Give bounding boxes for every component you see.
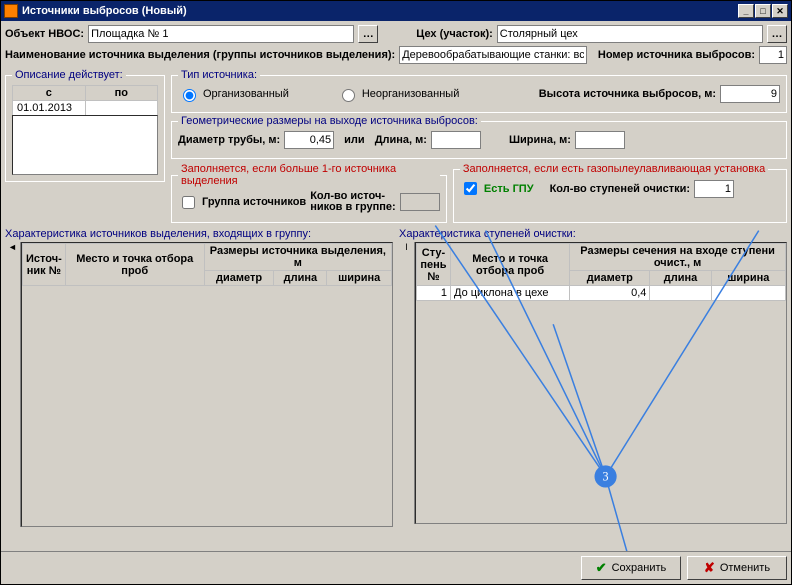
stages-label: Кол-во ступеней очистки: (550, 183, 690, 195)
geom-legend: Геометрические размеры на выходе источни… (178, 115, 481, 127)
name-input[interactable] (399, 46, 587, 64)
name-label: Наименование источника выделения (группы… (5, 49, 395, 61)
table-row[interactable]: 1 До циклона в цехе 0,4 (417, 286, 786, 301)
period-legend: Описание действует: (12, 69, 126, 81)
workshop-input[interactable] (497, 25, 763, 43)
organized-radio[interactable]: Организованный (178, 86, 289, 102)
period-col-to: по (85, 86, 158, 101)
workshop-browse-button[interactable]: … (767, 25, 787, 43)
left-grid-nav[interactable]: ◄ (5, 242, 21, 527)
wid-label: Ширина, м: (509, 134, 571, 146)
number-label: Номер источника выбросов: (598, 49, 755, 61)
group-legend: Заполняется, если больше 1-го источника … (178, 163, 440, 187)
titlebar: Источники выбросов (Новый) _ □ ✕ (1, 1, 791, 21)
height-label: Высота источника выбросов, м: (539, 88, 716, 100)
minimize-button[interactable]: _ (738, 4, 754, 18)
left-grid: Источ- ник № Место и точка отбора проб Р… (22, 243, 392, 286)
gpu-legend: Заполняется, если есть газопылеулавливаю… (460, 163, 768, 175)
height-input[interactable] (720, 85, 780, 103)
left-grid-legend: Характеристика источников выделения, вхо… (5, 228, 393, 240)
workshop-label: Цех (участок): (416, 28, 493, 40)
diam-input[interactable] (284, 131, 334, 149)
save-button[interactable]: ✔ Сохранить (581, 556, 681, 580)
app-icon (4, 4, 18, 18)
gpu-checkbox[interactable]: Есть ГПУ (460, 179, 534, 198)
window-title: Источники выбросов (Новый) (22, 5, 737, 17)
group-count-label: Кол-во источ- ников в группе: (310, 191, 395, 213)
group-checkbox[interactable]: Группа источников (178, 193, 306, 212)
object-browse-button[interactable]: … (358, 25, 378, 43)
close-button[interactable]: ✕ (772, 4, 788, 18)
maximize-button[interactable]: □ (755, 4, 771, 18)
len-label: Длина, м: (375, 134, 427, 146)
object-label: Объект НВОС: (5, 28, 84, 40)
group-count-input[interactable] (400, 193, 440, 211)
right-grid-legend: Характеристика ступеней очистки: (399, 228, 787, 240)
or-label: или (344, 134, 365, 146)
cancel-button[interactable]: ✘ Отменить (687, 556, 787, 580)
cancel-icon: ✘ (704, 560, 715, 576)
period-col-from: с (13, 86, 86, 101)
check-icon: ✔ (596, 560, 607, 576)
period-from-cell[interactable]: 01.01.2013 (13, 101, 86, 116)
stages-input[interactable] (694, 180, 734, 198)
number-input[interactable] (759, 46, 787, 64)
len-input[interactable] (431, 131, 481, 149)
wid-input[interactable] (575, 131, 625, 149)
type-legend: Тип источника: (178, 69, 260, 81)
unorganized-radio[interactable]: Неорганизованный (337, 86, 459, 102)
object-input[interactable] (88, 25, 354, 43)
right-grid: Сту- пень № Место и точка отбора проб Ра… (416, 243, 786, 301)
right-grid-nav[interactable]: I (399, 242, 415, 524)
period-table: с по 01.01.2013 (12, 85, 158, 116)
period-to-cell[interactable] (85, 101, 158, 116)
diam-label: Диаметр трубы, м: (178, 134, 280, 146)
